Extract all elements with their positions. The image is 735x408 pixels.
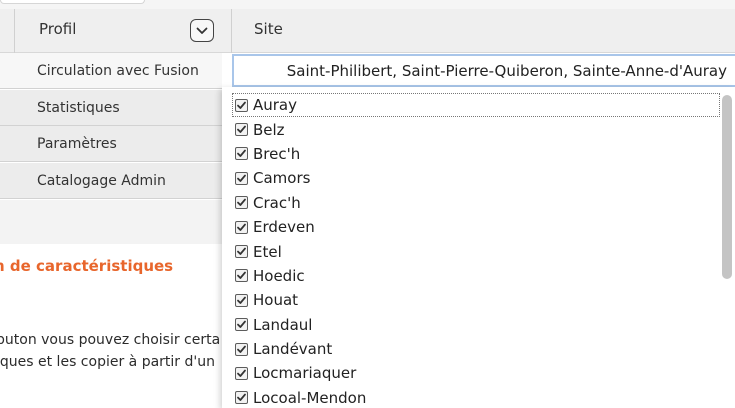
site-option-label: Locmariaquer bbox=[253, 364, 357, 383]
checkbox-checked-icon[interactable] bbox=[235, 171, 248, 185]
top-tab[interactable] bbox=[0, 0, 145, 4]
site-option[interactable]: Camors bbox=[222, 166, 722, 190]
checkbox-checked-icon[interactable] bbox=[235, 196, 248, 210]
site-option-label: Landaul bbox=[253, 315, 313, 334]
site-option[interactable]: Auray bbox=[232, 93, 720, 118]
site-option-list: Auray Belz Brec'h Camors Crac'h Erdeven Etel Ho… bbox=[222, 87, 722, 408]
column-separator bbox=[14, 9, 15, 53]
checkbox-checked-icon[interactable] bbox=[235, 147, 248, 161]
site-option-label: Hoedic bbox=[253, 266, 305, 285]
site-dropdown[interactable]: Auray Belz Brec'h Camors Crac'h Erdeven Etel Ho… bbox=[222, 87, 735, 408]
site-option-label: Landévant bbox=[253, 340, 333, 359]
profil-toggle-button[interactable] bbox=[190, 19, 214, 42]
site-option[interactable]: Etel bbox=[222, 239, 722, 263]
site-option[interactable]: Landévant bbox=[222, 337, 722, 361]
site-option-label: Camors bbox=[253, 169, 311, 188]
site-option-label: Etel bbox=[253, 242, 282, 261]
paragraph-line: iques et les copier à partir d'un bbox=[0, 354, 215, 370]
site-option-label: Auray bbox=[253, 96, 298, 115]
site-option[interactable]: Landaul bbox=[222, 313, 722, 337]
site-option-label: Erdeven bbox=[253, 218, 315, 237]
checkbox-checked-icon[interactable] bbox=[235, 220, 248, 234]
menu-item-label: Statistiques bbox=[37, 100, 120, 116]
site-header: Site bbox=[254, 20, 283, 38]
checkbox-checked-icon[interactable] bbox=[235, 269, 248, 283]
paragraph-line: buton vous pouvez choisir certa bbox=[0, 332, 221, 348]
content-spacer bbox=[0, 200, 222, 244]
site-option[interactable]: Belz bbox=[222, 117, 722, 141]
checkbox-checked-icon[interactable] bbox=[235, 391, 248, 405]
menu-item-parametres[interactable]: Paramètres bbox=[0, 126, 222, 162]
checkbox-checked-icon[interactable] bbox=[235, 98, 248, 112]
section-title: n de caractéristiques bbox=[0, 257, 174, 275]
site-option-label: Locoal-Mendon bbox=[253, 388, 367, 407]
menu-item-statistiques[interactable]: Statistiques bbox=[0, 90, 222, 126]
site-option-label: Houat bbox=[253, 291, 299, 310]
menu-item-label: Catalogage Admin bbox=[37, 173, 166, 189]
chevron-down-icon bbox=[196, 27, 208, 34]
site-option-label: Belz bbox=[253, 120, 285, 139]
site-option[interactable]: Locoal-Mendon bbox=[222, 386, 722, 408]
checkbox-checked-icon[interactable] bbox=[235, 123, 248, 137]
dropdown-scrollbar[interactable] bbox=[722, 95, 732, 279]
table-header bbox=[0, 9, 735, 53]
checkbox-checked-icon[interactable] bbox=[235, 342, 248, 356]
site-option[interactable]: Hoedic bbox=[222, 264, 722, 288]
site-select-value: Saint-Philibert, Saint-Pierre-Quiberon, … bbox=[286, 62, 727, 80]
site-option-label: Crac'h bbox=[253, 193, 301, 212]
site-option-label: Brec'h bbox=[253, 144, 301, 163]
menu-item-label: Paramètres bbox=[37, 136, 117, 152]
checkbox-checked-icon[interactable] bbox=[235, 245, 248, 259]
site-option[interactable]: Brec'h bbox=[222, 142, 722, 166]
checkbox-checked-icon[interactable] bbox=[235, 293, 248, 307]
menu-item-label: Circulation avec Fusion bbox=[37, 63, 199, 79]
column-separator bbox=[231, 9, 232, 53]
site-option[interactable]: Houat bbox=[222, 288, 722, 312]
checkbox-checked-icon[interactable] bbox=[235, 366, 248, 380]
profil-header: Profil bbox=[39, 20, 77, 38]
menu-item-catalogage-admin[interactable]: Catalogage Admin bbox=[0, 163, 222, 199]
site-option[interactable]: Erdeven bbox=[222, 215, 722, 239]
checkbox-checked-icon[interactable] bbox=[235, 318, 248, 332]
site-option[interactable]: Locmariaquer bbox=[222, 361, 722, 385]
site-select-input[interactable]: Saint-Philibert, Saint-Pierre-Quiberon, … bbox=[232, 54, 735, 87]
menu-item-circulation[interactable]: Circulation avec Fusion bbox=[0, 53, 222, 89]
site-option[interactable]: Crac'h bbox=[222, 191, 722, 215]
